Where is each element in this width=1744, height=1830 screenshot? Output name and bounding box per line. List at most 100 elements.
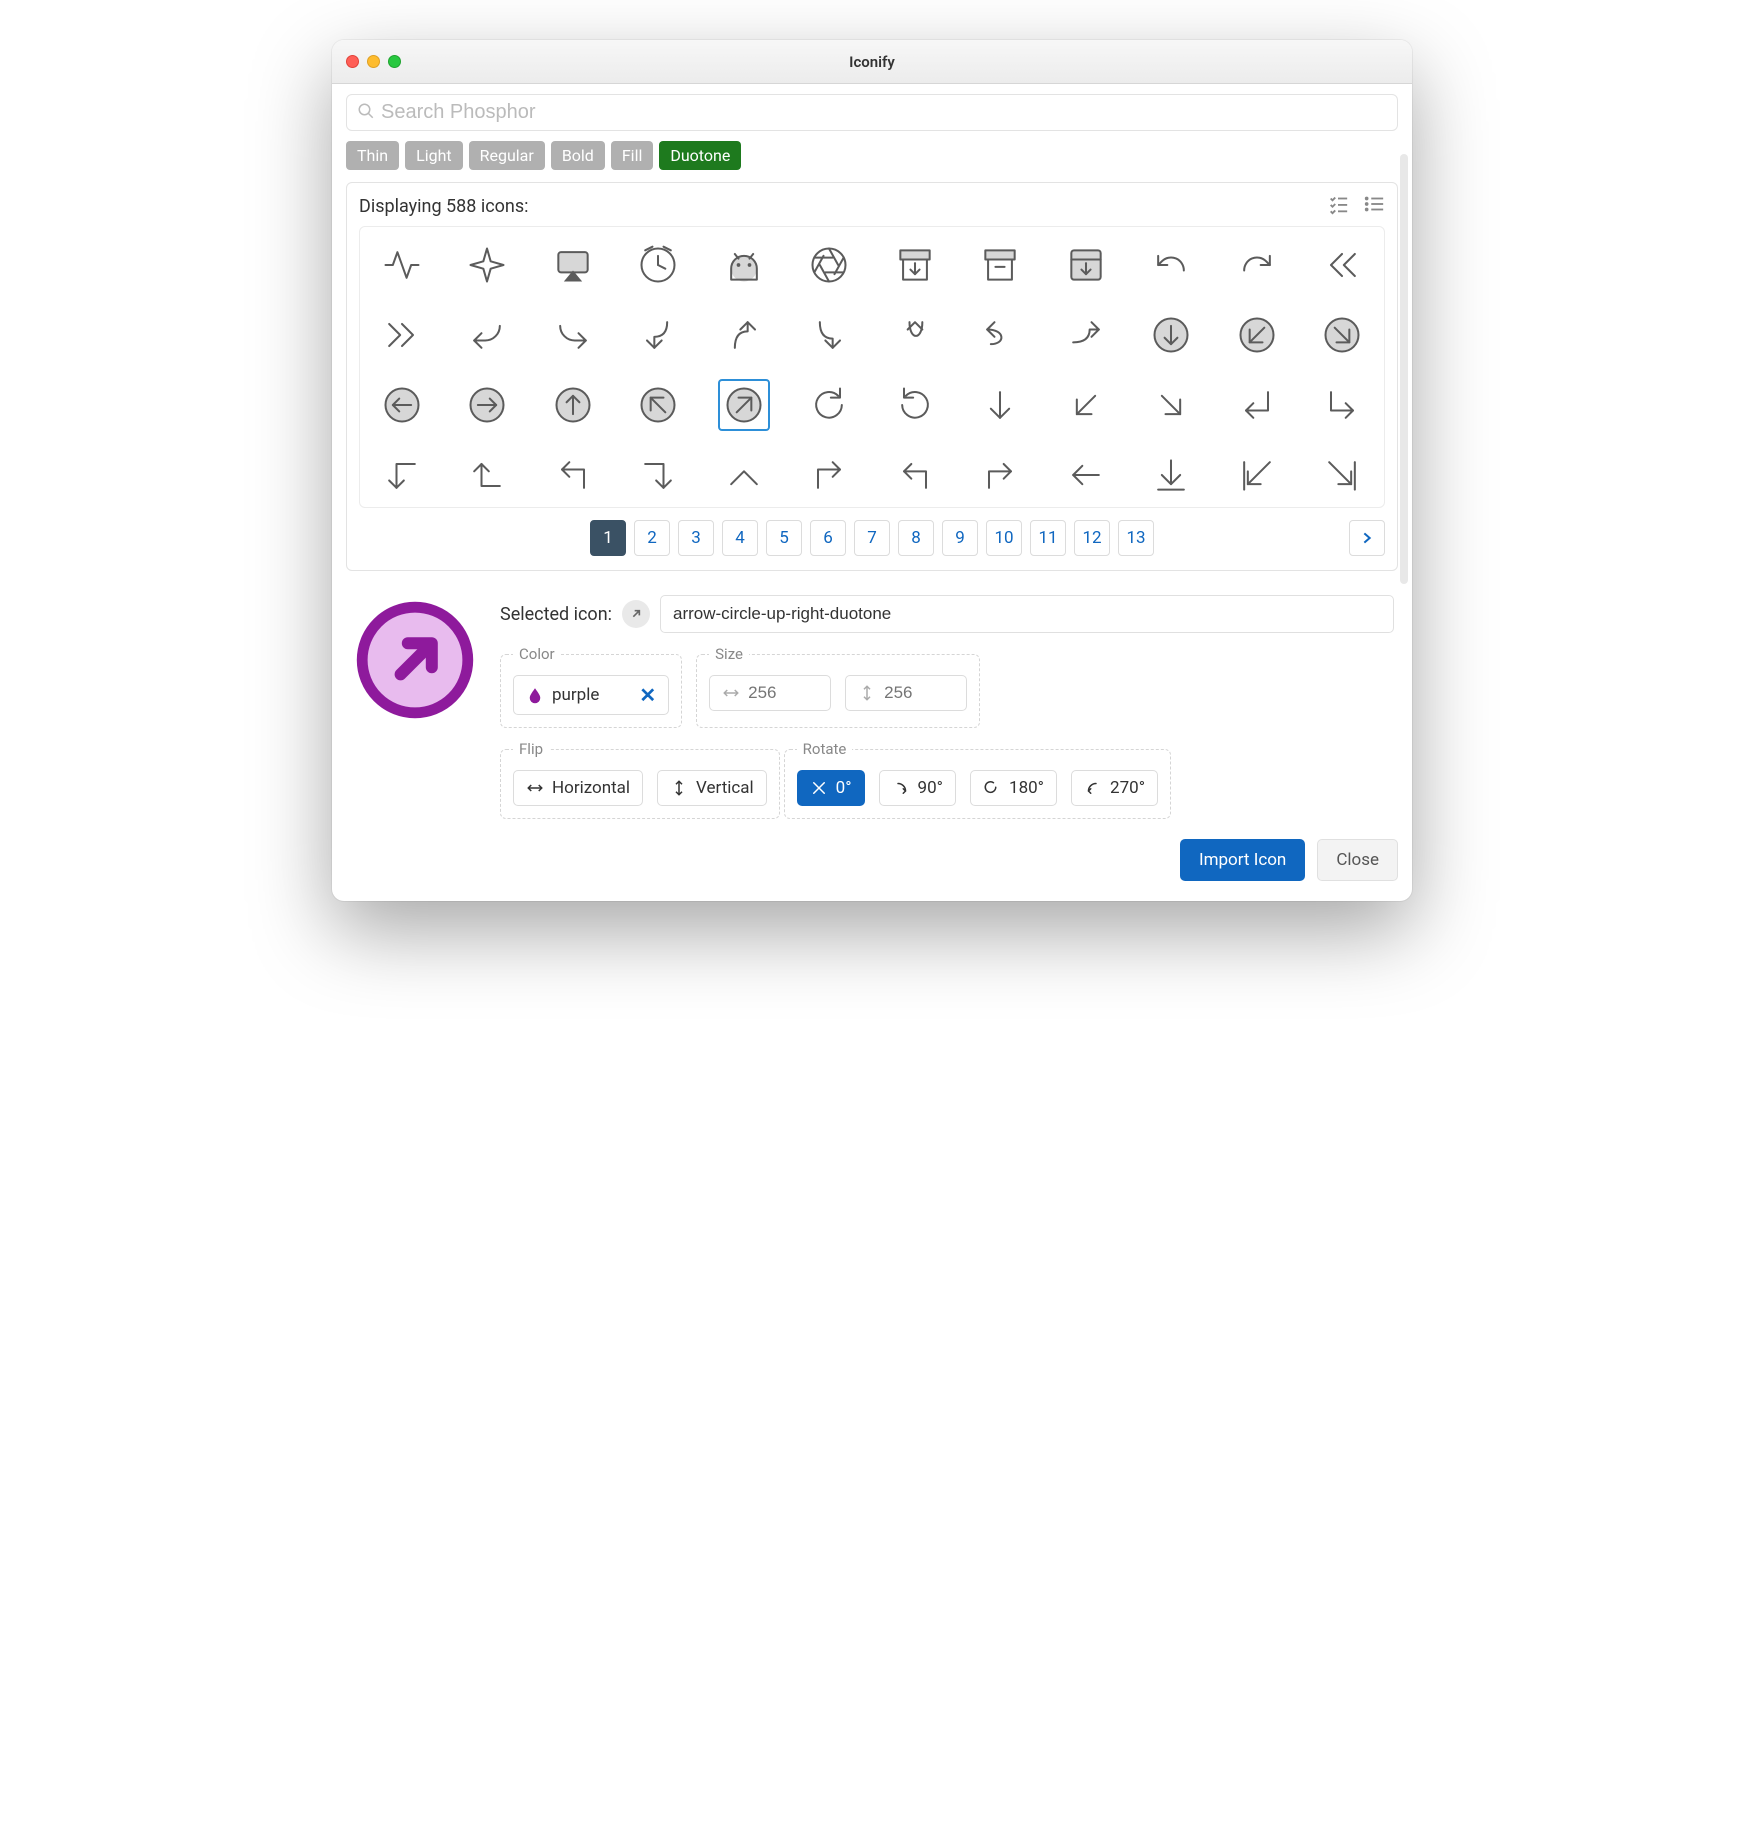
page-7[interactable]: 7 [854, 520, 890, 556]
zoom-window-icon[interactable] [388, 55, 401, 68]
grid-icon-elbow-up-right[interactable] [803, 449, 855, 501]
page-2[interactable]: 2 [634, 520, 670, 556]
close-window-icon[interactable] [346, 55, 359, 68]
grid-icon-bend-up[interactable] [718, 309, 770, 361]
page-12[interactable]: 12 [1074, 520, 1110, 556]
grid-icon-double-right[interactable] [376, 309, 428, 361]
grid-icon-circle-down-right[interactable] [1316, 309, 1368, 361]
grid-icon-airplay[interactable] [547, 239, 599, 291]
search-input[interactable] [381, 101, 1387, 124]
style-tab-fill[interactable]: Fill [611, 141, 654, 170]
grid-icon-bend-down-left[interactable] [632, 309, 684, 361]
page-3[interactable]: 3 [678, 520, 714, 556]
grid-icon-circle-left[interactable] [376, 379, 428, 431]
view-list-check-icon[interactable] [1327, 193, 1349, 220]
grid-icon-circle-right[interactable] [461, 379, 513, 431]
height-input-wrap[interactable] [845, 675, 967, 711]
page-8[interactable]: 8 [898, 520, 934, 556]
grid-icon-corner-up-left[interactable] [889, 449, 941, 501]
grid-icon-down-right[interactable] [1145, 379, 1197, 431]
size-legend: Size [709, 645, 749, 663]
search-field[interactable] [346, 94, 1398, 131]
height-input[interactable] [884, 683, 954, 703]
color-fieldset: Color purple ✕ [500, 645, 682, 728]
clear-color-icon[interactable]: ✕ [639, 683, 656, 707]
grid-icon-u-up[interactable] [889, 309, 941, 361]
result-count: Displaying 588 icons: [359, 196, 529, 217]
width-input-wrap[interactable] [709, 675, 831, 711]
page-13[interactable]: 13 [1118, 520, 1154, 556]
grid-icon-aperture[interactable] [803, 239, 855, 291]
grid-icon-elbow-down-left[interactable] [1231, 379, 1283, 431]
rotate-90deg[interactable]: 90° [879, 770, 956, 806]
grid-icon-circle-up-left[interactable] [632, 379, 684, 431]
grid-icon-down-left[interactable] [1060, 379, 1112, 431]
flip-horizontal-button[interactable]: Horizontal [513, 770, 643, 806]
grid-icon-bend-down[interactable] [803, 309, 855, 361]
width-input[interactable] [748, 683, 818, 703]
grid-icon-rotate-cw[interactable] [803, 379, 855, 431]
grid-icon-down[interactable] [974, 379, 1026, 431]
grid-icon-elbow-down-right[interactable] [1316, 379, 1368, 431]
content-area: ThinLightRegularBoldFillDuotone Displayi… [332, 84, 1412, 901]
grid-icon-elbow-up[interactable] [718, 449, 770, 501]
grid-icon-archive-box[interactable] [1060, 239, 1112, 291]
page-4[interactable]: 4 [722, 520, 758, 556]
search-icon [357, 102, 375, 124]
grid-icon-archive-down[interactable] [889, 239, 941, 291]
style-tab-thin[interactable]: Thin [346, 141, 399, 170]
grid-icon-elbow-right-down[interactable] [632, 449, 684, 501]
rotate-0deg[interactable]: 0° [797, 770, 865, 806]
grid-icon-airplane[interactable] [461, 239, 513, 291]
rotate-270deg[interactable]: 270° [1071, 770, 1158, 806]
grid-icon-circle-down-left[interactable] [1231, 309, 1283, 361]
grid-icon-circle-up[interactable] [547, 379, 599, 431]
minimize-window-icon[interactable] [367, 55, 380, 68]
grid-icon-elbow-up-left[interactable] [547, 449, 599, 501]
color-chip[interactable]: purple ✕ [513, 675, 669, 715]
grid-icon-line-down-right[interactable] [1316, 449, 1368, 501]
grid-icon-corner-up-right[interactable] [974, 449, 1026, 501]
rotate-legend: Rotate [797, 740, 853, 758]
page-10[interactable]: 10 [986, 520, 1022, 556]
grid-icon-circle-down[interactable] [1145, 309, 1197, 361]
grid-icon-u-left[interactable] [974, 309, 1026, 361]
grid-icon-line-down-left[interactable] [1231, 449, 1283, 501]
style-tab-bold[interactable]: Bold [551, 141, 605, 170]
style-tab-light[interactable]: Light [405, 141, 463, 170]
grid-icon-elbow-left-down[interactable] [376, 449, 428, 501]
grid-icon-bend-left[interactable] [461, 309, 513, 361]
grid-icon-activity[interactable] [376, 239, 428, 291]
grid-icon-circle-up-right[interactable] [718, 379, 770, 431]
grid-icon-left[interactable] [1060, 449, 1112, 501]
grid-icon-bend-right[interactable] [547, 309, 599, 361]
style-tab-regular[interactable]: Regular [469, 141, 545, 170]
page-9[interactable]: 9 [942, 520, 978, 556]
grid-icon-redo[interactable] [1231, 239, 1283, 291]
page-5[interactable]: 5 [766, 520, 802, 556]
grid-icon-line-down[interactable] [1145, 449, 1197, 501]
flip-vertical-button[interactable]: Vertical [657, 770, 767, 806]
page-11[interactable]: 11 [1030, 520, 1066, 556]
grid-icon-android[interactable] [718, 239, 770, 291]
grid-icon-double-left[interactable] [1316, 239, 1368, 291]
page-6[interactable]: 6 [810, 520, 846, 556]
grid-icon-elbow-left-up[interactable] [461, 449, 513, 501]
close-button[interactable]: Close [1317, 839, 1398, 881]
grid-icon-rotate-ccw[interactable] [889, 379, 941, 431]
grid-icon-u-right[interactable] [1060, 309, 1112, 361]
icon-grid [359, 226, 1385, 508]
grid-icon-archive[interactable] [974, 239, 1026, 291]
import-button[interactable]: Import Icon [1180, 839, 1305, 881]
view-list-icon[interactable] [1363, 193, 1385, 220]
page-next-button[interactable] [1349, 520, 1385, 556]
grid-icon-clock[interactable] [632, 239, 684, 291]
selected-name-input[interactable] [660, 595, 1394, 633]
style-tab-duotone[interactable]: Duotone [659, 141, 741, 170]
grid-icon-undo[interactable] [1145, 239, 1197, 291]
rotate-180deg[interactable]: 180° [970, 770, 1057, 806]
page-1[interactable]: 1 [590, 520, 626, 556]
size-fieldset: Size [696, 645, 980, 728]
selected-label: Selected icon: [500, 604, 612, 625]
scrollbar[interactable] [1400, 154, 1408, 584]
